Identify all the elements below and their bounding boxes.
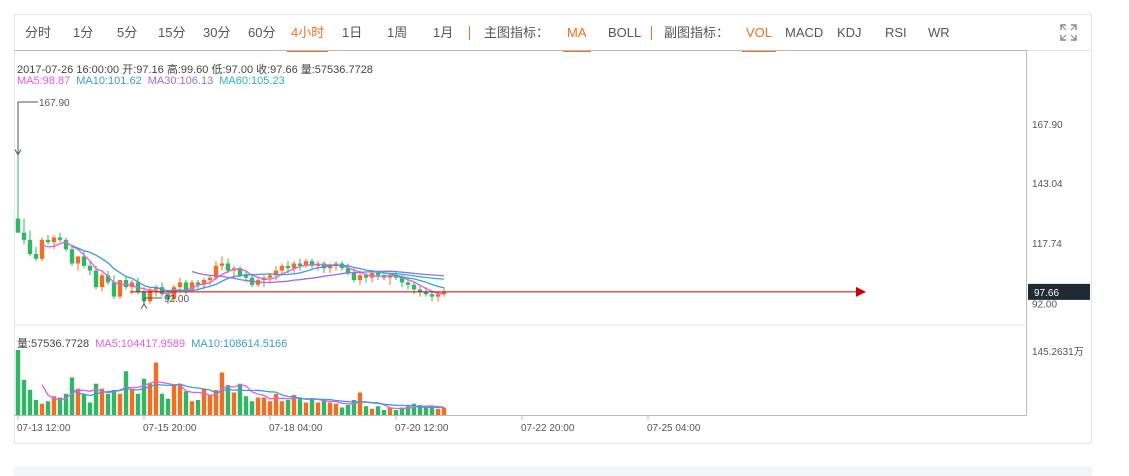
- ma10-legend: MA10:101.62: [76, 75, 142, 87]
- sub-indicator-vol[interactable]: VOL: [741, 15, 777, 52]
- sub-indicator-label: 副图指标：: [664, 25, 730, 40]
- chart-area: [14, 50, 1027, 416]
- separator: [651, 26, 652, 40]
- volume-ma10-legend: MA10:108614.5166: [191, 338, 288, 350]
- period-tab-1w[interactable]: 1周: [387, 15, 407, 51]
- period-tab-1min[interactable]: 1分: [73, 15, 93, 51]
- period-tab-time[interactable]: 分时: [25, 15, 51, 51]
- ma5-legend: MA5:98.87: [17, 75, 71, 87]
- main-indicator-ma[interactable]: MA: [563, 15, 590, 52]
- ma30-legend: MA30:106.13: [147, 75, 214, 87]
- sub-indicator-wr[interactable]: WR: [928, 15, 950, 51]
- volume-ma5-legend: MA5:104417.9589: [95, 338, 186, 350]
- period-tab-30min[interactable]: 30分: [203, 15, 230, 51]
- period-tab-1m[interactable]: 1月: [433, 15, 453, 51]
- period-tab-5min[interactable]: 5分: [117, 15, 137, 51]
- sub-indicator-kdj[interactable]: KDJ: [837, 15, 862, 51]
- ma60-legend: MA60:105.23: [219, 75, 285, 87]
- volume-value: 量:57536.7728: [17, 338, 90, 350]
- expand-icon[interactable]: [1060, 24, 1077, 41]
- period-tab-15min[interactable]: 15分: [158, 15, 185, 51]
- bottom-bar: [14, 466, 1092, 476]
- period-tab-1d[interactable]: 1日: [342, 15, 362, 51]
- period-tab-60min[interactable]: 60分: [248, 15, 275, 51]
- toolbar: 分时 1分 5分 15分 30分 60分 4小时 1日 1周 1月 主图指标： …: [15, 15, 1091, 52]
- sub-indicator-rsi[interactable]: RSI: [885, 15, 907, 51]
- main-indicator-boll[interactable]: BOLL: [608, 15, 641, 51]
- volume-legend: 量:57536.7728 MA5:104417.9589 MA10:108614…: [17, 335, 287, 351]
- separator: [469, 26, 470, 40]
- period-tab-4h[interactable]: 4小时: [286, 15, 329, 52]
- sub-indicator-macd[interactable]: MACD: [785, 15, 823, 51]
- main-indicator-label: 主图指标：: [484, 25, 550, 40]
- ma-legend: MA5:98.87 MA10:101.62 MA30:106.13 MA60:1…: [17, 75, 285, 87]
